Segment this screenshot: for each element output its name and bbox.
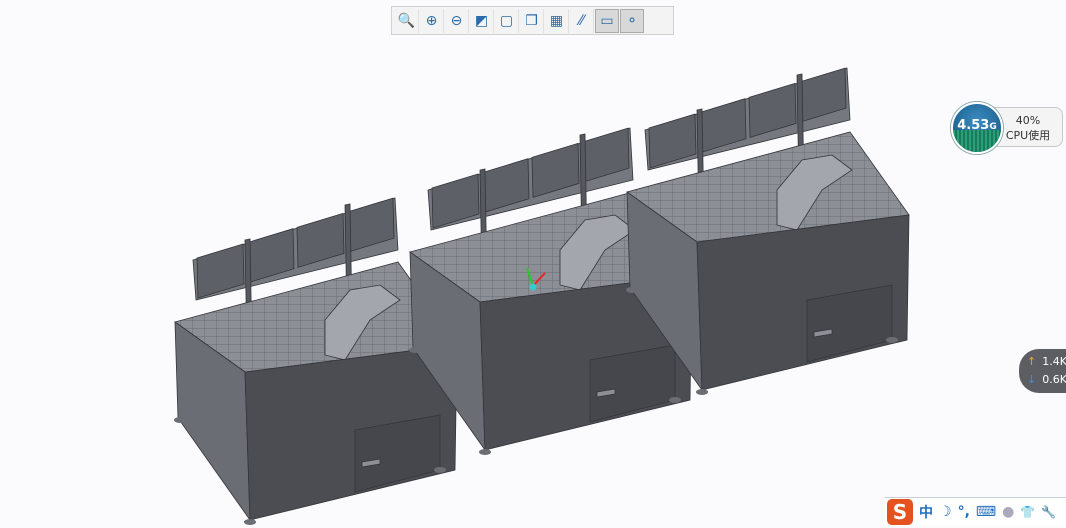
memory-value: 4.53 [957,118,990,133]
leveling-foot [626,287,638,293]
spin-center-button[interactable]: ⚬ [620,8,644,33]
leveling-foot [409,347,421,353]
user-icon[interactable]: ● [1002,504,1014,520]
sogou-logo-icon[interactable]: S [887,499,913,525]
annotation-display-button[interactable]: ▭ [595,8,619,33]
zoom-out-button[interactable]: ⊖ [445,8,469,33]
datum-display-icon: ⁄⁄ [579,12,584,29]
zoom-in-icon: ⊕ [425,12,438,29]
network-speed-widget[interactable]: ↑ 1.4K ↓ 0.6K [1019,349,1066,393]
model-viewport[interactable] [0,0,1066,528]
ime-toolbar: S 中 ☽ °, ⌨ ● 👕 🔧 [885,497,1066,526]
leveling-foot [479,449,491,455]
refit-icon: 🔍 [397,12,416,29]
punctuation-icon[interactable]: °, [958,504,970,520]
view-toolbar: 🔍 ⊕ ⊖ ◩ ▢ ❐ ▦ ⁄⁄ ▭ ⚬ [391,6,674,35]
leveling-foot [244,519,256,525]
memory-ball: 4.53G [951,102,1003,154]
datum-display-button[interactable]: ⁄⁄ [570,8,594,33]
saved-orientations-icon: ❐ [525,12,538,29]
display-style-icon: ▢ [499,12,514,29]
download-arrow-icon: ↓ [1027,373,1037,386]
zoom-out-icon: ⊖ [450,12,463,29]
spin-center-icon: ⚬ [626,12,638,29]
repaint-button[interactable]: ◩ [470,8,494,33]
refit-button[interactable]: 🔍 [395,8,419,33]
station-1[interactable] [174,197,458,525]
leveling-foot [886,337,898,343]
cpu-label: CPU使用 [1005,129,1051,142]
settings-wrench-icon[interactable]: 🔧 [1041,505,1056,519]
cpu-monitor-widget[interactable]: 40% CPU使用 4.53G [951,102,1065,154]
annotation-display-icon: ▭ [600,12,614,29]
view-manager-button[interactable]: ▦ [545,8,569,33]
leveling-foot [669,397,681,403]
skin-shirt-icon[interactable]: 👕 [1020,505,1035,519]
display-style-button[interactable]: ▢ [495,8,519,33]
upload-arrow-icon: ↑ [1027,355,1037,368]
leveling-foot [174,417,186,423]
saved-orientations-button[interactable]: ❐ [520,8,544,33]
download-speed: 0.6K [1042,373,1066,386]
zoom-in-button[interactable]: ⊕ [420,8,444,33]
ime-mode-button[interactable]: 中 [919,502,933,522]
half-width-moon-icon[interactable]: ☽ [939,504,952,520]
cpu-percent: 40% [1015,114,1041,127]
memory-unit: G [989,122,997,132]
keyboard-icon[interactable]: ⌨ [976,504,996,520]
leveling-foot [696,389,708,395]
view-manager-icon: ▦ [549,12,564,29]
leveling-foot [434,467,446,473]
upload-speed: 1.4K [1042,355,1066,368]
repaint-icon: ◩ [474,12,489,29]
